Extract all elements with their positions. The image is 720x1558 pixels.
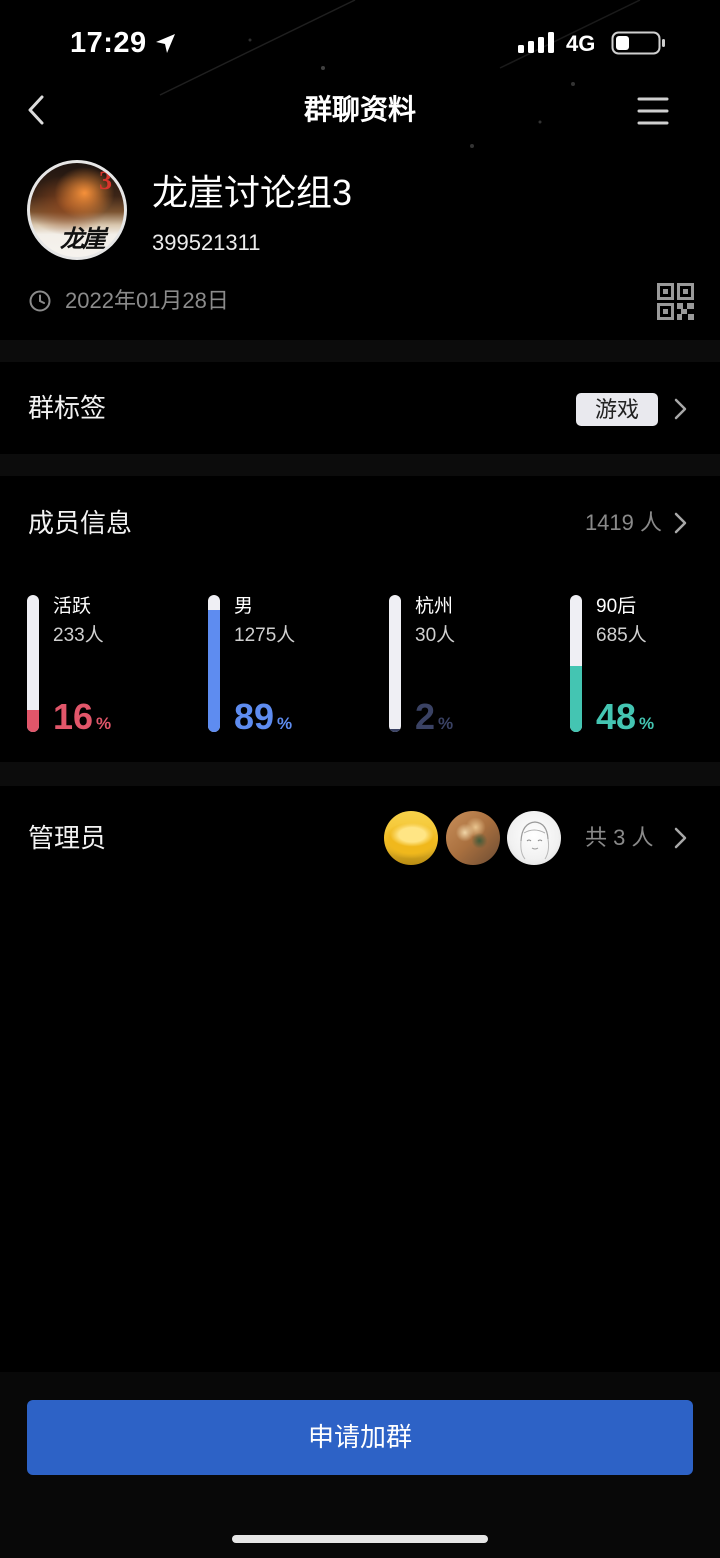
stat-label: 90后: [596, 596, 637, 617]
stat-bar-fill: [208, 610, 220, 732]
stat-count: 1275人: [234, 625, 296, 646]
chevron-right-icon: [674, 827, 687, 849]
menu-button[interactable]: [636, 96, 670, 126]
percent-sign: %: [639, 714, 655, 733]
stat-percent: 89%: [234, 695, 292, 747]
admin-count: 共 3 人: [585, 825, 654, 850]
stat-count: 685人: [596, 625, 647, 646]
stat-count: 30人: [415, 625, 456, 646]
clock-icon: [29, 290, 51, 312]
stat-bar-track: [389, 595, 401, 732]
qr-code-icon: [657, 283, 694, 320]
chevron-right-icon: [674, 398, 687, 420]
group-tag-row[interactable]: 群标签 游戏: [0, 362, 720, 454]
stat-count: 233人: [53, 625, 104, 646]
qr-code-button[interactable]: [657, 283, 694, 320]
home-indicator[interactable]: [232, 1535, 488, 1543]
group-avatar[interactable]: 3 龙崖: [27, 160, 127, 260]
member-stat-age: 90后 685人 48%: [570, 595, 720, 737]
stat-percent-value: 16: [53, 696, 94, 737]
stat-label: 男: [234, 596, 254, 617]
admin-avatar: [384, 811, 438, 865]
signal-bars-icon: [517, 31, 557, 55]
stat-bar-fill: [389, 729, 401, 732]
battery-icon: [611, 31, 667, 55]
stat-label: 杭州: [415, 596, 454, 617]
stat-percent: 2%: [415, 695, 453, 747]
percent-sign: %: [96, 714, 112, 733]
stat-bar-track: [27, 595, 39, 732]
created-date: 2022年01月28日: [65, 288, 229, 313]
stat-percent: 16%: [53, 695, 111, 747]
avatar-calligraphy-lettering: 龙崖: [60, 224, 106, 253]
group-id: 399521311: [152, 230, 261, 255]
admin-avatar: [446, 811, 500, 865]
member-stat-active: 活跃 233人 16%: [27, 595, 197, 737]
stat-percent-value: 89: [234, 696, 275, 737]
stat-percent-value: 2: [415, 696, 436, 737]
member-info-row[interactable]: 成员信息 1419 人: [0, 476, 720, 568]
page-title: 群聊资料: [303, 94, 416, 125]
member-count: 1419 人: [584, 510, 662, 535]
admin-row[interactable]: 管理员 共 3 人: [0, 786, 720, 886]
stat-bar-track: [570, 595, 582, 732]
location-arrow-icon: [154, 31, 178, 55]
group-tag-label: 群标签: [28, 393, 107, 423]
member-stat-location: 杭州 30人 2%: [389, 595, 559, 737]
section-divider: [0, 454, 720, 476]
join-group-button[interactable]: 申请加群: [27, 1400, 693, 1475]
admin-avatar: [507, 811, 561, 865]
network-type: 4G: [566, 31, 596, 56]
percent-sign: %: [277, 714, 293, 733]
status-time: 17:29: [70, 27, 147, 59]
stat-bar-fill: [570, 666, 582, 732]
member-stat-male: 男 1275人 89%: [208, 595, 378, 737]
member-info-label: 成员信息: [28, 508, 133, 538]
menu-icon: [637, 97, 669, 125]
section-divider: [0, 762, 720, 786]
avatar-number-lettering: 3: [99, 166, 112, 195]
status-bar: 17:29 4G: [0, 0, 720, 70]
group-name: 龙崖讨论组3: [152, 172, 353, 213]
admin-label: 管理员: [28, 823, 107, 853]
stat-label: 活跃: [53, 596, 92, 617]
stat-bar-track: [208, 595, 220, 732]
group-tag-chip: 游戏: [576, 393, 658, 426]
stat-bar-fill: [27, 710, 39, 732]
stat-percent-value: 48: [596, 696, 637, 737]
section-divider: [0, 340, 720, 362]
stat-percent: 48%: [596, 695, 654, 747]
percent-sign: %: [438, 714, 454, 733]
chevron-right-icon: [674, 512, 687, 534]
